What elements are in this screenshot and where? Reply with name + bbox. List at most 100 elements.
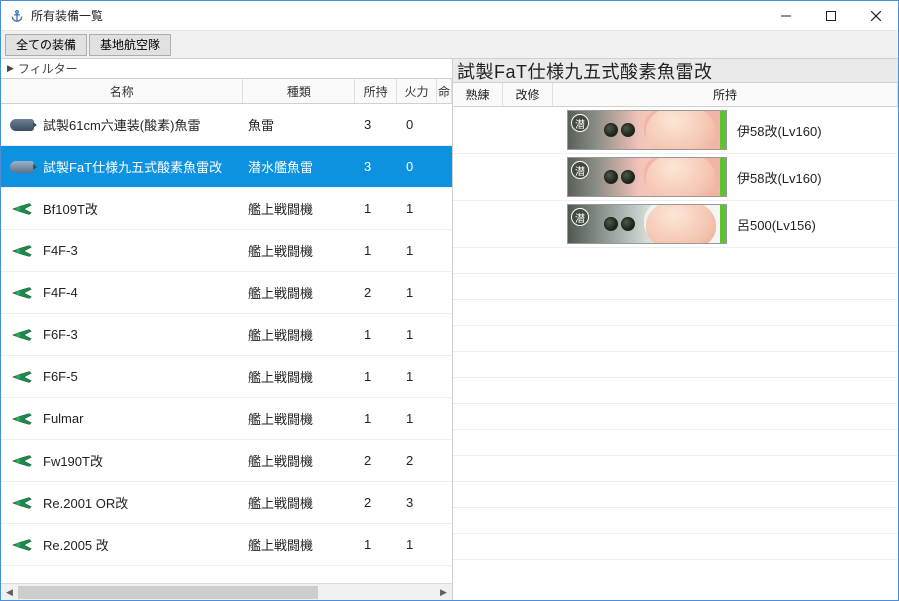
ship-tag-icon: 潜 [571, 114, 589, 132]
equip-fire: 0 [398, 117, 438, 132]
chevron-right-icon: ▶ [7, 63, 14, 74]
plane-icon [9, 325, 35, 345]
empty-row [453, 352, 898, 378]
col-fire[interactable]: 火力 [397, 79, 437, 103]
table-row[interactable]: F4F-3艦上戦闘機11 [1, 230, 452, 272]
tab-all-equipment[interactable]: 全ての装備 [5, 34, 87, 56]
table-row[interactable]: Fw190T改艦上戦闘機22 [1, 440, 452, 482]
equip-type: 艦上戦闘機 [244, 409, 356, 428]
empty-row [453, 248, 898, 274]
table-row[interactable]: 試製FaT仕様九五式酸素魚雷改潜水艦魚雷30 [1, 146, 452, 188]
equip-name: F6F-5 [43, 369, 78, 384]
horizontal-scrollbar[interactable]: ◀ ▶ [1, 583, 452, 600]
col-name[interactable]: 名称 [1, 79, 243, 103]
equip-name: Re.2005 改 [43, 535, 109, 554]
plane-icon [9, 283, 35, 303]
equip-type: 艦上戦闘機 [244, 241, 356, 260]
equip-type: 魚雷 [244, 115, 356, 134]
equip-type: 艦上戦闘機 [244, 493, 356, 512]
equip-fire: 1 [398, 201, 438, 216]
filter-expander[interactable]: ▶ フィルター [1, 59, 452, 79]
equip-name: Bf109T改 [43, 199, 98, 218]
plane-icon [9, 409, 35, 429]
empty-row [453, 482, 898, 508]
col-type[interactable]: 種類 [243, 79, 355, 103]
equip-name: F4F-3 [43, 243, 78, 258]
empty-row [453, 326, 898, 352]
table-row[interactable]: Re.2005 改艦上戦闘機11 [1, 524, 452, 566]
equip-owned: 1 [356, 411, 398, 426]
toolbar: 全ての装備 基地航空隊 [1, 31, 898, 59]
equipment-grid-header: 名称 種類 所持 火力 命 [1, 79, 452, 104]
col-ownedby[interactable]: 所持 [553, 83, 898, 106]
table-row[interactable]: 試製61cm六連装(酸素)魚雷 魚雷30 [1, 104, 452, 146]
detail-row[interactable]: 潜呂500(Lv156) [453, 201, 898, 248]
empty-row [453, 404, 898, 430]
plane-icon [9, 535, 35, 555]
equip-fire: 1 [398, 537, 438, 552]
ship-name: 伊58改(Lv160) [737, 121, 822, 140]
table-row[interactable]: Re.2001 OR改艦上戦闘機23 [1, 482, 452, 524]
equip-owned: 1 [356, 201, 398, 216]
detail-row[interactable]: 潜 伊58改(Lv160) [453, 107, 898, 154]
torpedo-icon [9, 157, 35, 177]
equip-name: Fulmar [43, 411, 83, 426]
equip-fire: 1 [398, 411, 438, 426]
scroll-thumb[interactable] [18, 586, 318, 599]
col-extra[interactable]: 命 [437, 79, 452, 103]
tab-airbase[interactable]: 基地航空隊 [89, 34, 171, 56]
filter-label: フィルター [18, 60, 78, 77]
equip-name: 試製FaT仕様九五式酸素魚雷改 [43, 157, 222, 176]
table-row[interactable]: F6F-3艦上戦闘機11 [1, 314, 452, 356]
anchor-icon [9, 8, 25, 24]
table-row[interactable]: F6F-5艦上戦闘機11 [1, 356, 452, 398]
ship-name: 伊58改(Lv160) [737, 168, 822, 187]
scroll-left-icon[interactable]: ◀ [1, 584, 18, 600]
empty-row [453, 300, 898, 326]
plane-icon [9, 241, 35, 261]
detail-row[interactable]: 潜伊58改(Lv160) [453, 154, 898, 201]
table-row[interactable]: F4F-4艦上戦闘機21 [1, 272, 452, 314]
empty-row [453, 274, 898, 300]
equip-owned: 1 [356, 369, 398, 384]
col-owned[interactable]: 所持 [355, 79, 397, 103]
plane-icon [9, 493, 35, 513]
ship-banner: 潜 [567, 110, 727, 150]
ship-banner: 潜 [567, 157, 727, 197]
equipment-grid-body[interactable]: 試製61cm六連装(酸素)魚雷魚雷30試製FaT仕様九五式酸素魚雷改潜水艦魚雷3… [1, 104, 452, 583]
detail-pane: 試製FaT仕様九五式酸素魚雷改 熟練 改修 所持 潜伊58改(Lv160)潜伊5… [453, 59, 898, 600]
detail-grid-header: 熟練 改修 所持 [453, 83, 898, 107]
scroll-right-icon[interactable]: ▶ [435, 584, 452, 600]
equip-fire: 0 [398, 159, 438, 174]
equip-type: 艦上戦闘機 [244, 199, 356, 218]
equip-owned: 2 [356, 453, 398, 468]
close-button[interactable] [853, 1, 898, 30]
equip-owned: 2 [356, 285, 398, 300]
ship-tag-icon: 潜 [571, 208, 589, 226]
equip-type: 艦上戦闘機 [244, 325, 356, 344]
equip-name: Re.2001 OR改 [43, 493, 128, 512]
maximize-button[interactable] [808, 1, 853, 30]
empty-row [453, 456, 898, 482]
equip-fire: 1 [398, 327, 438, 342]
col-improvement[interactable]: 改修 [503, 83, 553, 106]
empty-row [453, 378, 898, 404]
equip-fire: 1 [398, 243, 438, 258]
plane-icon [9, 199, 35, 219]
minimize-button[interactable] [763, 1, 808, 30]
equip-owned: 1 [356, 327, 398, 342]
equip-type: 艦上戦闘機 [244, 367, 356, 386]
plane-icon [9, 451, 35, 471]
equip-name: F4F-4 [43, 285, 78, 300]
col-proficiency[interactable]: 熟練 [453, 83, 503, 106]
ship-banner: 潜 [567, 204, 727, 244]
equip-fire: 3 [398, 495, 438, 510]
empty-row [453, 430, 898, 456]
equip-type: 潜水艦魚雷 [244, 157, 356, 176]
table-row[interactable]: Fulmar艦上戦闘機11 [1, 398, 452, 440]
equip-owned: 3 [356, 117, 398, 132]
table-row[interactable]: Bf109T改艦上戦闘機11 [1, 188, 452, 230]
titlebar: 所有装備一覧 [1, 1, 898, 31]
equip-name: F6F-3 [43, 327, 78, 342]
equip-name: 試製61cm六連装(酸素)魚雷 [43, 115, 200, 134]
